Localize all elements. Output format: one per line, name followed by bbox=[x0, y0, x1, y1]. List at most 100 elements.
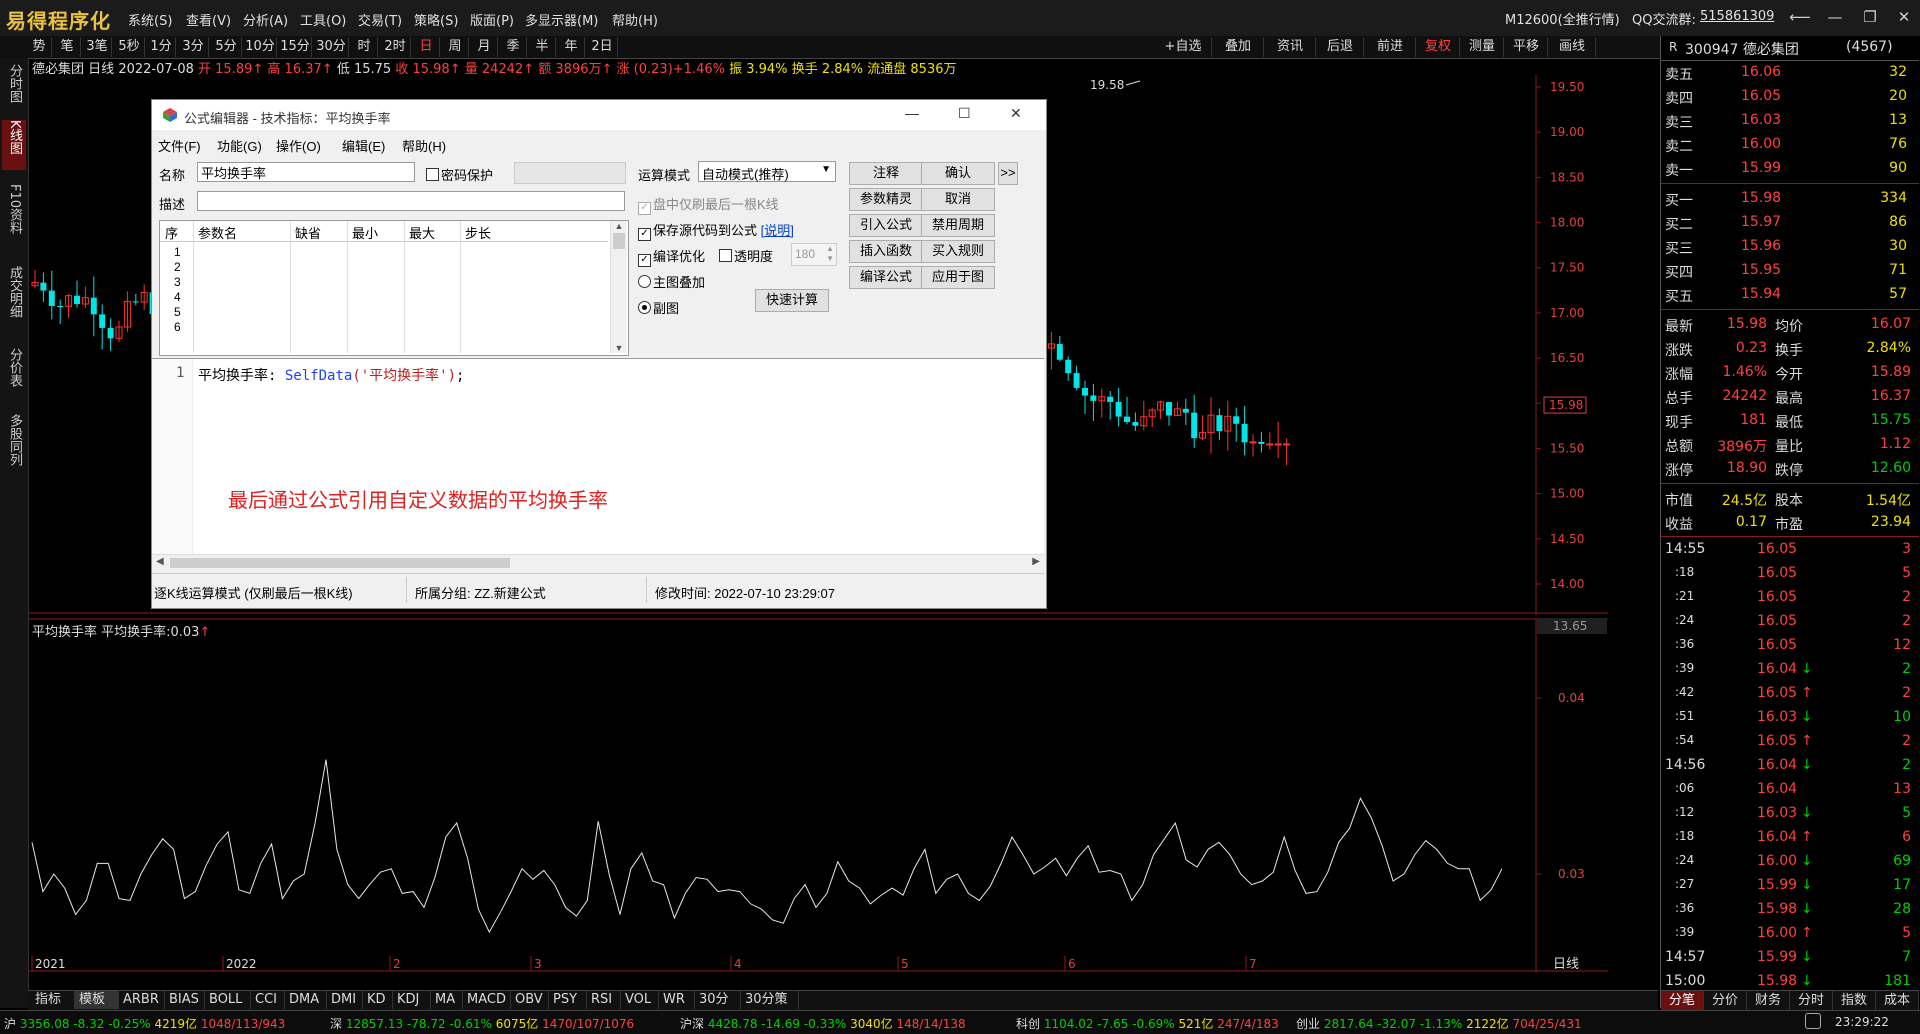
indicator-tab[interactable]: 30分策略 bbox=[740, 991, 799, 1025]
turnover-indicator-chart[interactable]: 0.04 0.03 13.65 2021 2022 2 3 4 5 6 7 日线 bbox=[28, 618, 1608, 973]
expand-button[interactable]: >> bbox=[998, 162, 1018, 185]
quote-bottom-tab[interactable]: 分笔 bbox=[1661, 990, 1704, 1010]
param-column-header[interactable]: 最大 bbox=[409, 223, 435, 242]
market-index-kc[interactable]: 科创 1104.02 -7.65 -0.69% 521亿 247/4/183 bbox=[1016, 1015, 1279, 1032]
indicator-tab[interactable]: VOL bbox=[620, 991, 659, 1009]
period-button[interactable]: 势 bbox=[27, 37, 52, 57]
tab-trade-detail[interactable]: 成交明细 bbox=[2, 266, 26, 332]
toolbar-action-button[interactable]: 叠加 bbox=[1213, 37, 1264, 57]
qq-number-link[interactable]: 515861309 bbox=[1700, 9, 1774, 24]
insert-function-button[interactable]: 插入函数 bbox=[849, 240, 923, 263]
indicator-tab[interactable]: MA bbox=[430, 991, 463, 1009]
save-source-checkbox[interactable]: ✓ 保存源代码到公式 [说明] bbox=[638, 220, 794, 241]
transparency-stepper[interactable]: 180 ▲ ▼ bbox=[791, 243, 837, 266]
param-column-header[interactable]: 序 bbox=[165, 223, 178, 242]
menu-analysis[interactable]: 分析(A) bbox=[243, 10, 288, 29]
period-button[interactable]: 年 bbox=[558, 37, 585, 57]
scroll-down-icon[interactable]: ▼ bbox=[611, 343, 627, 353]
market-index-hs[interactable]: 沪深 4428.78 -14.69 -0.33% 3040亿 148/14/13… bbox=[680, 1015, 966, 1032]
param-column-header[interactable]: 参数名 bbox=[198, 223, 237, 242]
buy-rule-button[interactable]: 买入规则 bbox=[921, 240, 995, 263]
indicator-tab[interactable]: 30分0 bbox=[694, 991, 741, 1025]
param-row-number[interactable]: 1 bbox=[174, 245, 181, 259]
quick-calc-button[interactable]: 快速计算 bbox=[755, 289, 829, 312]
quote-bottom-tab[interactable]: 分价 bbox=[1704, 990, 1747, 1010]
stepper-down-icon[interactable]: ▼ bbox=[826, 254, 834, 263]
dialog-menu-operate[interactable]: 操作(O) bbox=[276, 136, 321, 155]
save-source-help-link[interactable]: [说明] bbox=[761, 223, 794, 238]
param-row-number[interactable]: 5 bbox=[174, 305, 181, 319]
transparency-checkbox[interactable]: 透明度 bbox=[719, 246, 773, 265]
indicator-tab[interactable]: 模板 bbox=[74, 991, 119, 1009]
param-table[interactable]: 序 参数名 缺省 最小 最大 步长 ▲ ▼ 123456 bbox=[159, 220, 629, 356]
back-icon[interactable]: ⟵ bbox=[1789, 6, 1811, 28]
dialog-menu-help[interactable]: 帮助(H) bbox=[402, 136, 446, 155]
period-button[interactable]: 半 bbox=[529, 37, 556, 57]
market-index-sh[interactable]: 沪 3356.08 -8.32 -0.25% 4219亿 1048/113/94… bbox=[4, 1015, 285, 1032]
menu-multi-monitor[interactable]: 多显示器(M) bbox=[525, 10, 598, 29]
indicator-tab[interactable]: KD bbox=[362, 991, 393, 1009]
indicator-tab[interactable]: WR bbox=[658, 991, 695, 1009]
indicator-tab[interactable]: OBV bbox=[510, 991, 549, 1009]
quote-bottom-tab[interactable]: 成本 bbox=[1876, 990, 1919, 1010]
indicator-tab[interactable]: KDJ bbox=[392, 991, 431, 1009]
indicator-tab[interactable]: RSI bbox=[586, 991, 621, 1009]
toolbar-action-button[interactable]: 画线 bbox=[1549, 37, 1596, 57]
password-checkbox[interactable]: 密码保护 bbox=[426, 165, 493, 184]
param-wizard-button[interactable]: 参数精灵 bbox=[849, 188, 923, 211]
lock-icon[interactable] bbox=[1805, 1013, 1821, 1029]
stepper-up-icon[interactable]: ▲ bbox=[826, 244, 834, 253]
menu-help[interactable]: 帮助(H) bbox=[612, 10, 658, 29]
menu-view[interactable]: 查看(V) bbox=[186, 10, 231, 29]
toolbar-action-button[interactable]: +自选 bbox=[1155, 37, 1212, 57]
minimize-icon[interactable]: — bbox=[1824, 6, 1846, 28]
period-button[interactable]: 2时 bbox=[380, 37, 411, 57]
cancel-button[interactable]: 取消 bbox=[921, 188, 995, 211]
disable-period-button[interactable]: 禁用周期 bbox=[921, 214, 995, 237]
period-button[interactable]: 3笔 bbox=[83, 37, 112, 57]
menu-system[interactable]: 系统(S) bbox=[128, 10, 172, 29]
indicator-tab[interactable]: BIAS bbox=[164, 991, 205, 1009]
tab-time-chart[interactable]: 分时图 bbox=[2, 64, 26, 114]
period-button[interactable]: 30分 bbox=[314, 37, 349, 57]
scroll-left-icon[interactable]: ◀ bbox=[156, 556, 164, 567]
period-button[interactable]: 2日 bbox=[587, 37, 618, 57]
param-row-number[interactable]: 2 bbox=[174, 260, 181, 274]
apply-to-chart-button[interactable]: 应用于图 bbox=[921, 266, 995, 289]
menu-tools[interactable]: 工具(O) bbox=[300, 10, 346, 29]
scroll-right-icon[interactable]: ▶ bbox=[1032, 556, 1040, 567]
password-input[interactable] bbox=[514, 162, 626, 184]
period-button[interactable]: 时 bbox=[351, 37, 378, 57]
quote-bottom-tab[interactable]: 分时 bbox=[1790, 990, 1833, 1010]
comment-button[interactable]: 注释 bbox=[849, 162, 923, 185]
menu-layout[interactable]: 版面(P) bbox=[470, 10, 514, 29]
param-table-scrollbar[interactable]: ▲ ▼ bbox=[610, 221, 627, 353]
import-formula-button[interactable]: 引入公式 bbox=[849, 214, 923, 237]
indicator-tab[interactable]: DMI bbox=[326, 991, 363, 1009]
indicator-tab[interactable]: 指标 bbox=[30, 991, 75, 1009]
tab-f10[interactable]: F10资料 bbox=[2, 184, 26, 250]
period-button[interactable]: 5分 bbox=[211, 37, 242, 57]
indicator-tab[interactable]: ARBR bbox=[118, 991, 165, 1009]
period-button[interactable]: 10分 bbox=[244, 37, 277, 57]
toolbar-action-button[interactable]: 前进 bbox=[1365, 37, 1416, 57]
last-bar-only-checkbox[interactable]: ✓ 盘中仅刷最后一根K线 bbox=[638, 194, 779, 215]
restore-icon[interactable]: ❐ bbox=[1859, 6, 1881, 28]
market-index-cy[interactable]: 创业 2817.64 -32.07 -1.13% 2122亿 704/25/43… bbox=[1296, 1015, 1582, 1032]
confirm-button[interactable]: 确认 bbox=[921, 162, 995, 185]
period-button[interactable]: 季 bbox=[500, 37, 527, 57]
toolbar-action-button[interactable]: 测量 bbox=[1461, 37, 1504, 57]
param-row-number[interactable]: 6 bbox=[174, 320, 181, 334]
indicator-tab[interactable]: CCI bbox=[250, 991, 285, 1009]
close-icon[interactable]: ✕ bbox=[1893, 6, 1915, 28]
toolbar-action-button[interactable]: 资讯 bbox=[1265, 37, 1316, 57]
dialog-minimize-icon[interactable]: — bbox=[905, 105, 919, 121]
dialog-menu-edit[interactable]: 编辑(E) bbox=[342, 136, 385, 155]
formula-desc-input[interactable] bbox=[197, 191, 625, 211]
tab-multi-stock[interactable]: 多股同列 bbox=[2, 414, 26, 480]
period-button[interactable]: 3分 bbox=[178, 37, 209, 57]
compile-optimize-checkbox[interactable]: ✓ 编译优化 bbox=[638, 246, 705, 267]
period-button[interactable]: 1分 bbox=[147, 37, 176, 57]
tab-kline[interactable]: K线图 bbox=[2, 120, 26, 170]
dialog-menu-function[interactable]: 功能(G) bbox=[217, 136, 262, 155]
